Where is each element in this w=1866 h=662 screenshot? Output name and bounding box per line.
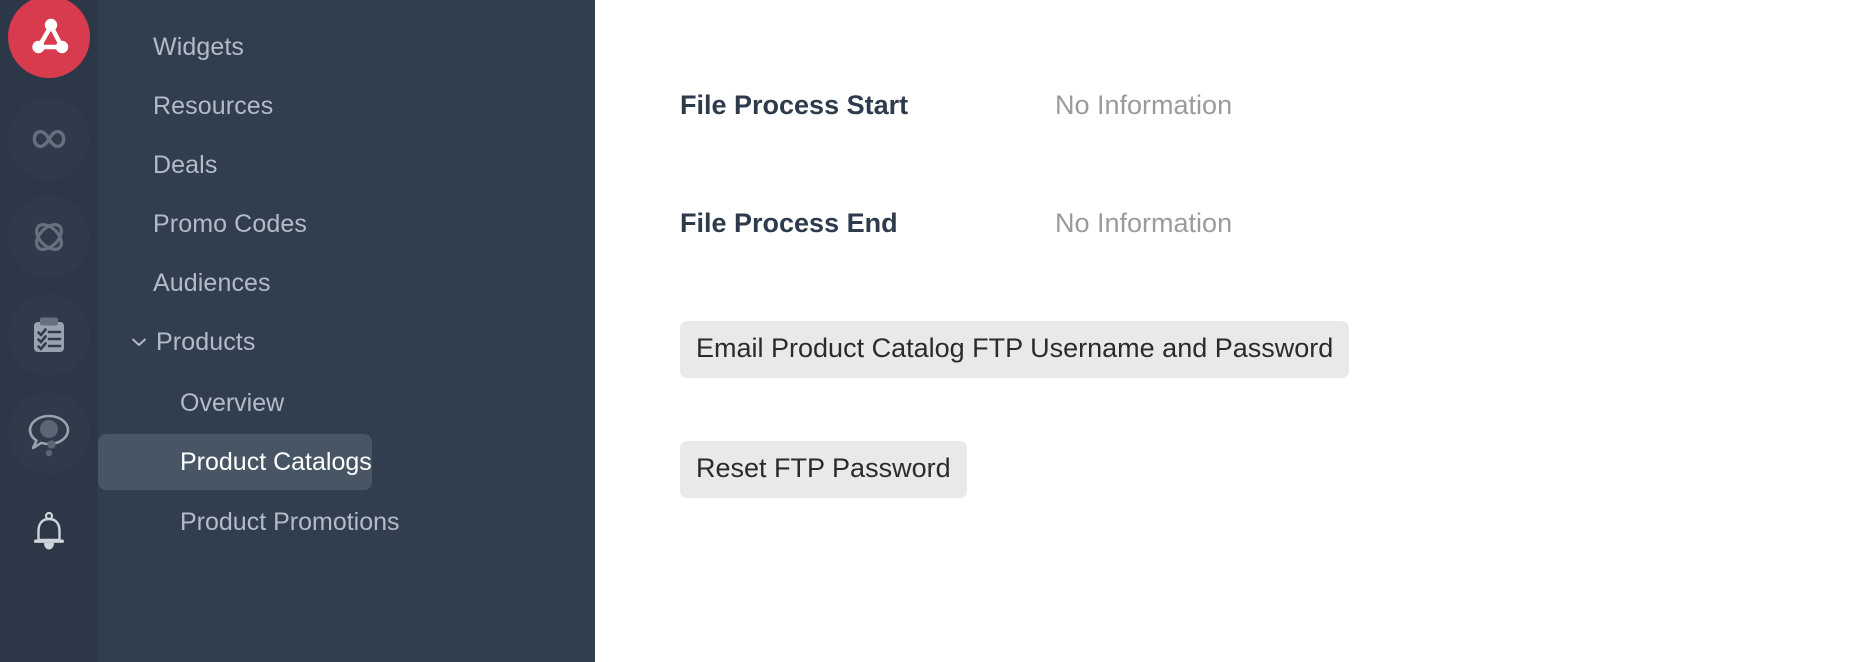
app-window: Widgets Resources Deals Promo Codes Audi… <box>0 0 1866 662</box>
field-label: File Process End <box>680 208 898 238</box>
network-nodes-icon <box>32 18 69 54</box>
field-file-process-start: File Process Start No Information <box>680 90 1232 121</box>
field-file-process-end: File Process End No Information <box>680 208 1232 239</box>
app-logo[interactable] <box>8 0 90 78</box>
clipboard-checklist-icon <box>34 317 64 352</box>
rail-item-atom[interactable] <box>8 196 90 278</box>
infinity-disc <box>8 98 90 180</box>
sidebar-item-label: Resources <box>153 91 274 120</box>
atom-disc <box>8 196 90 278</box>
field-value: No Information <box>1055 208 1233 238</box>
field-label: File Process Start <box>680 90 909 120</box>
sidebar-subitem-label: Product Catalogs <box>180 447 372 476</box>
infinity-icon <box>32 129 66 149</box>
sidebar-subitem-label: Overview <box>180 388 285 417</box>
tasks-disc <box>8 294 90 376</box>
sidebar-item-audiences[interactable]: Audiences <box>98 259 595 307</box>
sidebar-group-products[interactable]: Products <box>98 318 595 366</box>
sidebar-item-deals[interactable]: Deals <box>98 141 595 189</box>
messages-disc <box>8 392 90 474</box>
sidebar-item-label: Deals <box>153 150 218 179</box>
chevron-down-icon[interactable] <box>128 331 150 353</box>
notifications-disc <box>8 490 90 572</box>
logo-disc <box>8 0 90 78</box>
sidebar-item-widgets[interactable]: Widgets <box>98 23 595 71</box>
sidebar-group-label: Products <box>156 327 256 356</box>
sidebar-item-overview[interactable]: Overview <box>98 375 581 431</box>
chat-bubble-icon <box>28 414 70 457</box>
bell-icon <box>34 511 64 550</box>
sidebar-item-label: Promo Codes <box>153 209 307 238</box>
icon-rail <box>0 0 98 662</box>
rail-item-tasks[interactable] <box>8 294 90 376</box>
sidebar-item-resources[interactable]: Resources <box>98 82 595 130</box>
field-value: No Information <box>1055 90 1233 120</box>
sidebar-subitem-label: Product Promotions <box>180 507 400 536</box>
reset-ftp-password-button[interactable]: Reset FTP Password <box>680 441 967 498</box>
sidebar-item-product-promotions[interactable]: Product Promotions <box>98 494 581 550</box>
rail-item-messages[interactable] <box>8 392 90 474</box>
sidebar-item-product-catalogs[interactable]: Product Catalogs <box>98 434 372 490</box>
sidebar-item-label: Audiences <box>153 268 271 297</box>
rail-item-infinity[interactable] <box>8 98 90 180</box>
atom-orbit-icon <box>35 223 63 251</box>
nav-sidebar: Widgets Resources Deals Promo Codes Audi… <box>98 0 595 662</box>
main-content: File Process Start No Information File P… <box>595 0 1866 662</box>
email-ftp-credentials-button[interactable]: Email Product Catalog FTP Username and P… <box>680 321 1350 378</box>
sidebar-item-label: Widgets <box>153 32 245 61</box>
sidebar-item-promo-codes[interactable]: Promo Codes <box>98 200 595 248</box>
rail-item-notifications[interactable] <box>8 490 90 572</box>
